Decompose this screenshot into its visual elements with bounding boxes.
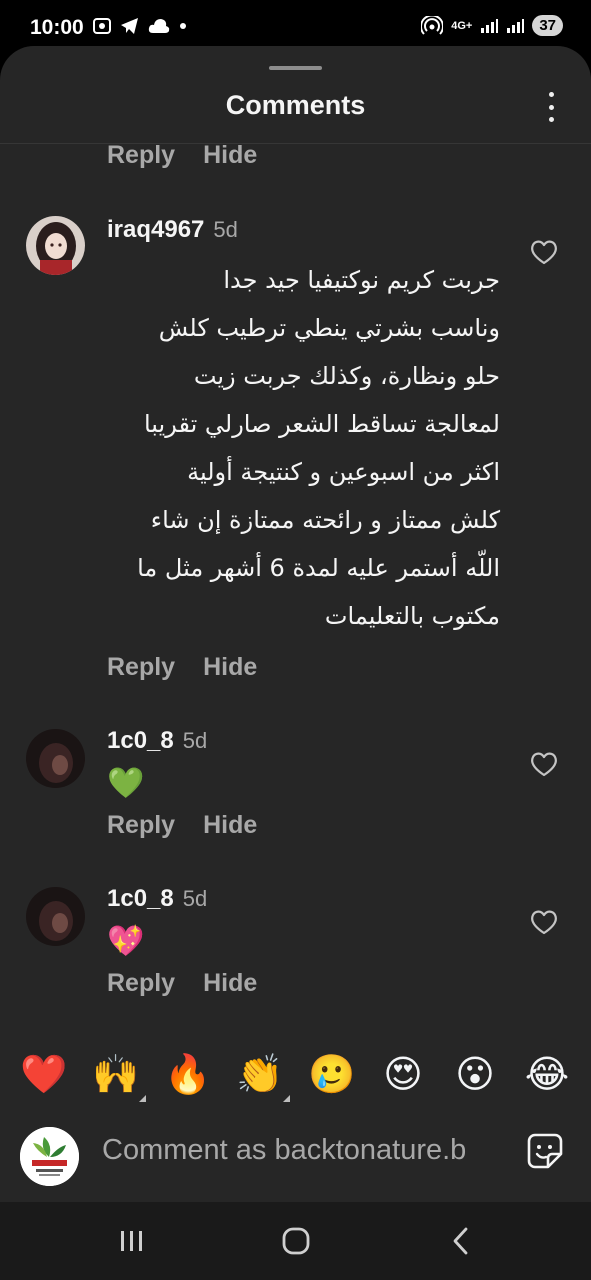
comment-header: iraq4967 5d [107, 216, 238, 244]
system-nav-bar [0, 1202, 591, 1280]
sheet-grabber[interactable] [269, 66, 322, 70]
reply-button[interactable]: Reply [107, 811, 175, 840]
comment-actions: Reply Hide [107, 653, 257, 682]
reply-button[interactable]: Reply [107, 653, 175, 682]
home-icon[interactable] [280, 1225, 312, 1257]
comment-time: 5d [182, 886, 208, 911]
heart-icon[interactable] [529, 238, 559, 266]
dot-icon [180, 23, 186, 29]
brand-logo-icon [20, 1127, 79, 1186]
status-left-icons [92, 17, 188, 35]
comment-line: وناسب بشرتي ينطي ترطيب كلش [158, 314, 500, 342]
reaction-heart-eyes[interactable]: 😍 [380, 1052, 426, 1098]
sticker-icon[interactable] [526, 1132, 564, 1170]
comment-composer [0, 1114, 591, 1202]
avatar-image [26, 729, 85, 788]
comment-body: جربت كريم نوكتيفيا جيد جدا وناسب بشرتي ي… [108, 256, 500, 640]
comment-line: مكتوب بالتعليمات [324, 602, 500, 630]
more-dot-icon [548, 104, 554, 110]
skin-tone-indicator-icon [283, 1095, 290, 1102]
more-options-button[interactable] [541, 92, 561, 122]
reaction-laughing[interactable]: 😂 [524, 1052, 570, 1098]
comment-line: كلش ممتاز و رائحته ممتازة إن شاء [150, 506, 500, 534]
hide-button[interactable]: Hide [203, 653, 257, 682]
comment-header: 1c0_8 5d [107, 885, 207, 913]
avatar-image [26, 216, 85, 275]
reaction-heart[interactable]: ❤️ [20, 1052, 67, 1098]
comment-header: 1c0_8 5d [107, 727, 207, 755]
reply-button[interactable]: Reply [107, 969, 175, 998]
more-dot-icon [548, 117, 554, 122]
comment-emoji: 💚 [107, 767, 145, 800]
hotspot-icon [421, 15, 444, 35]
comment-input[interactable] [102, 1130, 512, 1170]
comment-line: حلو ونظارة، وكذلك جربت زيت [193, 362, 500, 390]
reaction-clapping[interactable]: 👏 [236, 1052, 290, 1102]
heart-icon[interactable] [529, 750, 559, 778]
comment-line: لمعالجة تساقط الشعر صارلي تقريبا [143, 410, 500, 438]
back-icon[interactable] [446, 1225, 478, 1257]
reaction-fire[interactable]: 🔥 [164, 1052, 211, 1098]
reaction-surprised[interactable]: 😮 [452, 1052, 498, 1098]
sheet-title: Comments [225, 90, 366, 120]
more-dot-icon [548, 92, 554, 97]
comment-line: اللّه أستمر عليه لمدة 6 أشهر مثل ما [137, 554, 500, 582]
comment-actions: Reply Hide [107, 969, 257, 998]
skin-tone-indicator-icon [139, 1095, 146, 1102]
self-avatar [20, 1127, 79, 1186]
reply-button[interactable]: Reply [107, 141, 175, 170]
reaction-raised-hands-glyph: 🙌 [92, 1054, 140, 1096]
comment-actions: Reply Hide [107, 141, 257, 170]
cloud-icon [148, 19, 170, 33]
comment-time: 5d [182, 728, 208, 753]
comment-line: اكثر من اسبوعين و كنتيجة أولية [187, 458, 500, 486]
network-type: 4G+ [451, 19, 473, 32]
hide-button[interactable]: Hide [203, 141, 257, 170]
username[interactable]: iraq4967 [107, 216, 204, 244]
battery-indicator: 37 [532, 15, 563, 36]
screen-record-icon [93, 18, 111, 34]
recent-apps-icon[interactable] [116, 1225, 148, 1257]
reaction-clapping-glyph: 👏 [236, 1054, 284, 1096]
comment-line: جربت كريم نوكتيفيا جيد جدا [223, 266, 500, 294]
heart-icon[interactable] [529, 908, 559, 936]
signal-icon [481, 18, 499, 33]
reaction-raised-hands[interactable]: 🙌 [92, 1052, 146, 1102]
comment-emoji: 💖 [107, 925, 145, 958]
header-divider [0, 143, 591, 144]
comments-sheet: Comments Reply Hide iraq4967 5d جربت كري… [0, 46, 591, 1202]
comment-time: 5d [213, 217, 238, 242]
telegram-icon [121, 18, 138, 34]
hide-button[interactable]: Hide [203, 811, 257, 840]
avatar[interactable] [26, 216, 85, 275]
username[interactable]: 1c0_8 [107, 885, 174, 913]
signal-icon-2 [507, 18, 525, 33]
reaction-teary-smile[interactable]: 🥲 [308, 1052, 355, 1098]
quick-reaction-bar: ❤️ 🙌 🔥 👏 🥲 😍 😮 😂 [0, 1052, 591, 1122]
avatar[interactable] [26, 887, 85, 946]
avatar-image [26, 887, 85, 946]
status-right-icons: 4G+ 37 [421, 15, 563, 36]
comment-actions: Reply Hide [107, 811, 257, 840]
hide-button[interactable]: Hide [203, 969, 257, 998]
username[interactable]: 1c0_8 [107, 727, 174, 755]
status-time: 10:00 [30, 16, 84, 39]
avatar[interactable] [26, 729, 85, 788]
